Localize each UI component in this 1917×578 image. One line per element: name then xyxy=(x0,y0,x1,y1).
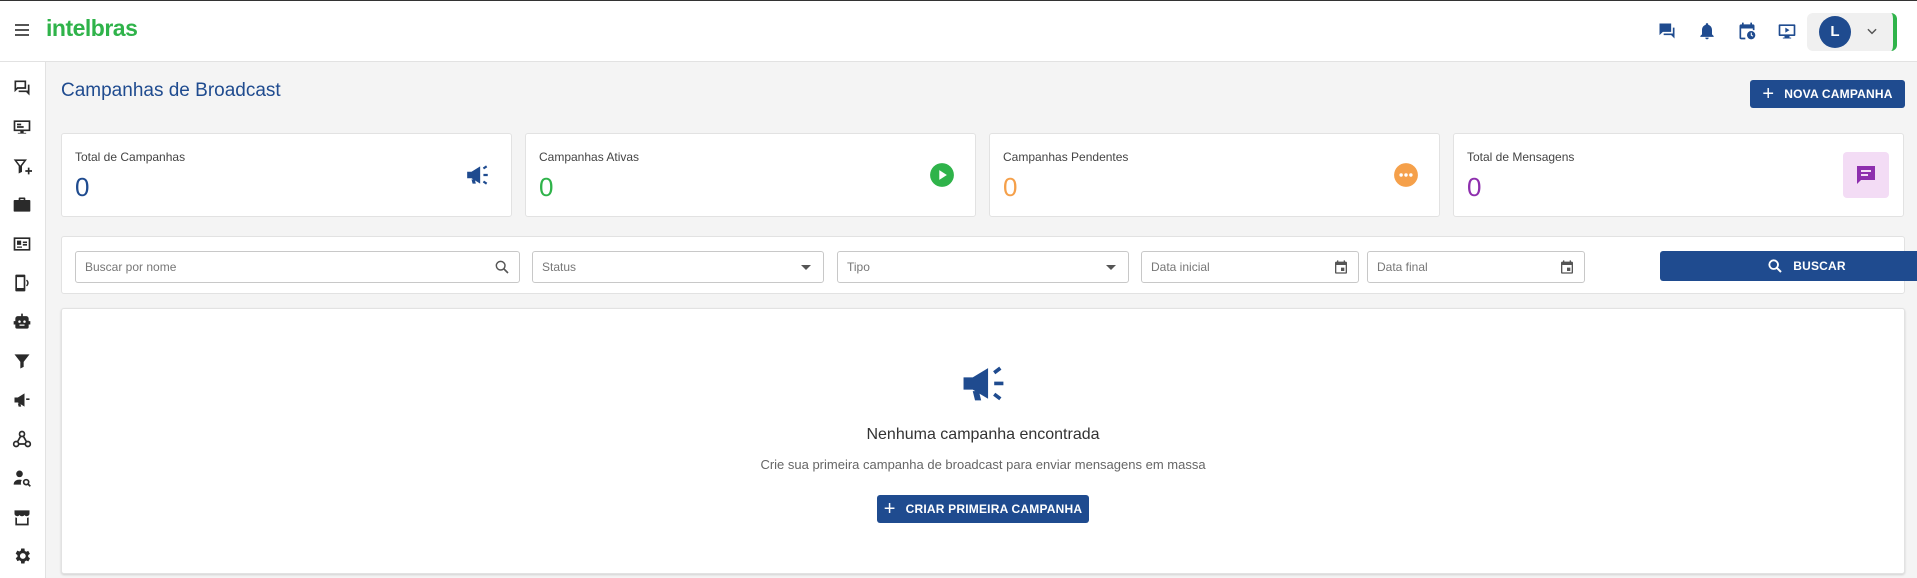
dropdown-arrow-icon xyxy=(1106,265,1116,270)
create-first-campaign-label: CRIAR PRIMEIRA CAMPANHA xyxy=(905,502,1083,516)
calendar-clock-icon[interactable] xyxy=(1737,21,1757,41)
sidebar xyxy=(0,62,46,578)
empty-state-subtitle: Crie sua primeira campanha de broadcast … xyxy=(760,457,1206,472)
sidebar-item-funnel[interactable] xyxy=(12,351,34,373)
monitor-icon xyxy=(13,120,31,134)
stat-value: 0 xyxy=(539,172,554,202)
sidebar-item-settings[interactable] xyxy=(12,546,34,568)
plus-icon: + xyxy=(883,498,896,520)
message-icon-badge xyxy=(1843,152,1889,198)
contact-card-icon xyxy=(13,237,31,251)
stat-value: 0 xyxy=(75,172,90,202)
sidebar-item-filter-add[interactable] xyxy=(12,156,34,178)
chevron-down-icon[interactable] xyxy=(1865,24,1879,38)
stat-label: Campanhas Pendentes xyxy=(1003,150,1129,164)
search-placeholder: Buscar por nome xyxy=(85,260,177,274)
calendar-icon[interactable] xyxy=(1559,259,1575,275)
pending-circle-icon xyxy=(1394,163,1418,187)
sidebar-item-contact-card[interactable] xyxy=(12,234,34,256)
dropdown-arrow-icon xyxy=(801,265,811,270)
chat-icon xyxy=(14,80,30,96)
stat-label: Campanhas Ativas xyxy=(539,150,640,164)
stat-label: Total de Mensagens xyxy=(1467,150,1575,164)
phone-audio-icon xyxy=(15,274,29,292)
stat-card-pending-campaigns: Campanhas Pendentes 0 xyxy=(989,133,1440,217)
search-button[interactable]: BUSCAR xyxy=(1660,251,1917,281)
bell-icon[interactable] xyxy=(1697,21,1717,41)
end-date-input[interactable]: Data final xyxy=(1367,251,1585,283)
sidebar-item-user-search[interactable] xyxy=(12,468,34,490)
status-placeholder: Status xyxy=(542,260,577,274)
search-icon[interactable] xyxy=(494,259,510,275)
stat-label: Total de Campanhas xyxy=(75,150,186,164)
avatar[interactable]: L xyxy=(1819,16,1851,48)
new-campaign-label: NOVA CAMPANHA xyxy=(1784,87,1893,101)
filter-add-icon xyxy=(13,159,32,175)
funnel-icon xyxy=(14,354,30,369)
sidebar-item-megaphone[interactable] xyxy=(12,390,34,412)
search-input[interactable]: Buscar por nome xyxy=(75,251,520,283)
webhook-icon xyxy=(12,430,32,448)
briefcase-icon xyxy=(13,197,31,212)
play-circle-icon xyxy=(930,163,954,187)
sidebar-item-store[interactable] xyxy=(12,507,34,529)
sidebar-item-monitor[interactable] xyxy=(12,117,34,139)
start-date-placeholder: Data inicial xyxy=(1151,260,1210,274)
page-title: Campanhas de Broadcast xyxy=(61,80,281,101)
stat-value: 0 xyxy=(1467,172,1482,202)
start-date-input[interactable]: Data inicial xyxy=(1141,251,1359,283)
message-icon xyxy=(1857,166,1875,184)
search-icon xyxy=(1768,259,1782,273)
hamburger-menu-icon[interactable] xyxy=(12,21,32,43)
type-select[interactable]: Tipo xyxy=(837,251,1129,283)
header-actions xyxy=(1657,21,1797,41)
gear-icon xyxy=(15,548,31,564)
megaphone-icon xyxy=(467,165,488,185)
sidebar-item-chat[interactable] xyxy=(12,78,34,100)
sidebar-item-webhook[interactable] xyxy=(12,429,34,451)
calendar-icon[interactable] xyxy=(1333,259,1349,275)
stat-card-total-messages: Total de Mensagens 0 xyxy=(1453,133,1904,217)
stat-card-total-campaigns: Total de Campanhas 0 xyxy=(61,133,512,217)
create-first-campaign-button[interactable]: + CRIAR PRIMEIRA CAMPANHA xyxy=(877,495,1089,523)
filter-bar: Buscar por nome Status Tipo Data inicial… xyxy=(61,236,1917,294)
empty-state-title: Nenhuma campanha encontrada xyxy=(866,426,1100,443)
sidebar-item-robot[interactable] xyxy=(12,312,34,334)
end-date-placeholder: Data final xyxy=(1377,260,1428,274)
user-menu[interactable]: L xyxy=(1807,13,1897,51)
store-icon xyxy=(14,510,30,526)
megaphone-icon xyxy=(14,393,30,407)
sidebar-item-phone-audio[interactable] xyxy=(12,273,34,295)
monitor-play-icon[interactable] xyxy=(1777,21,1797,41)
status-select[interactable]: Status xyxy=(532,251,824,283)
type-placeholder: Tipo xyxy=(847,260,870,274)
sidebar-item-briefcase[interactable] xyxy=(12,195,34,217)
stat-value: 0 xyxy=(1003,172,1018,202)
top-bar: intelbras L xyxy=(0,0,1917,62)
new-campaign-button[interactable]: + NOVA CAMPANHA xyxy=(1750,80,1905,108)
campaigns-empty-state: Nenhuma campanha encontrada Crie sua pri… xyxy=(61,308,1905,574)
user-search-icon xyxy=(13,470,31,487)
brand-logo: intelbras xyxy=(46,15,138,41)
megaphone-icon xyxy=(963,366,1004,401)
robot-icon xyxy=(13,313,31,329)
plus-icon: + xyxy=(1762,83,1775,105)
chat-icon[interactable] xyxy=(1657,21,1677,41)
search-button-label: BUSCAR xyxy=(1793,259,1846,273)
stat-card-active-campaigns: Campanhas Ativas 0 xyxy=(525,133,976,217)
